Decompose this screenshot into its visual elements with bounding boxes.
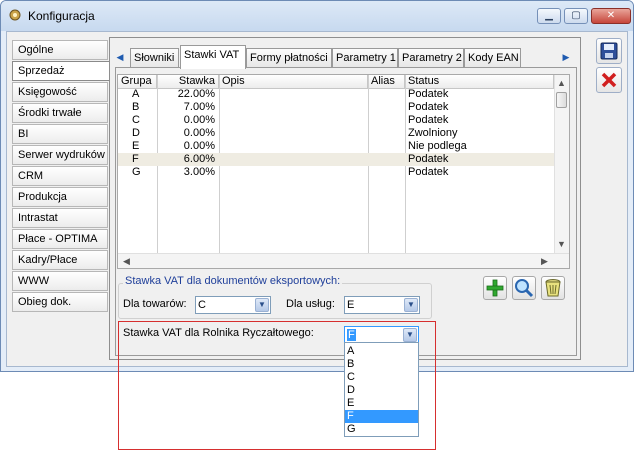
table-row[interactable]: F 6.00% Podatek — [118, 153, 554, 166]
cell-grupa: F — [132, 153, 139, 165]
cell-opis — [222, 166, 367, 179]
nav-item[interactable]: CRM — [12, 166, 108, 186]
cell-alias — [370, 101, 404, 114]
nav-item[interactable]: Środki trwałe — [12, 103, 108, 123]
nav-item[interactable]: Księgowość — [12, 82, 108, 102]
column-header-status[interactable]: Status — [405, 75, 554, 89]
tab[interactable]: Parametry 2 — [398, 48, 464, 68]
column-header-grupa[interactable]: Grupa — [118, 75, 157, 89]
tab[interactable]: Parametry 1 — [332, 48, 398, 68]
close-button[interactable]: ✕ — [591, 8, 631, 24]
trash-bin-icon — [545, 279, 561, 297]
cell-alias — [370, 114, 404, 127]
table-row[interactable]: B 7.00% Podatek — [118, 101, 554, 114]
cell-stawka: 3.00% — [183, 166, 215, 178]
cell-alias — [370, 140, 404, 153]
cancel-button[interactable] — [596, 67, 622, 93]
export-group-legend: Stawka VAT dla dokumentów eksportowych: — [123, 275, 343, 287]
cell-status: Podatek — [408, 101, 449, 113]
towary-combo-value: C — [198, 299, 206, 311]
nav-item[interactable]: Kadry/Płace — [12, 250, 108, 270]
cell-opis — [222, 101, 367, 114]
cell-opis — [222, 127, 367, 140]
cell-status: Nie podlega — [408, 140, 467, 152]
chevron-down-icon[interactable]: ▼ — [404, 298, 418, 312]
annotation-highlight-box — [118, 321, 436, 450]
nav-item[interactable]: Ogólne — [12, 40, 108, 60]
uslugi-combo-value: E — [347, 299, 355, 311]
scroll-right-icon[interactable]: ▶ — [537, 254, 552, 269]
app-gear-icon — [8, 8, 22, 22]
magnifier-icon — [515, 279, 534, 298]
cell-opis — [222, 153, 367, 166]
chevron-down-icon[interactable]: ▼ — [255, 298, 269, 312]
green-plus-icon — [486, 279, 504, 297]
cell-alias — [370, 153, 404, 166]
window-title: Konfiguracja — [28, 9, 95, 23]
tab-scroll-left-icon[interactable]: ◀ — [114, 50, 126, 64]
scroll-down-icon[interactable]: ▼ — [554, 237, 569, 252]
cell-grupa: A — [132, 88, 140, 100]
cell-status: Podatek — [408, 114, 449, 126]
cell-stawka: 22.00% — [177, 88, 215, 100]
tab[interactable]: Stawki VAT — [180, 45, 246, 69]
nav-item[interactable]: Serwer wydruków — [12, 145, 108, 165]
cell-alias — [370, 127, 404, 140]
cell-grupa: D — [132, 127, 140, 139]
cell-opis — [222, 140, 367, 153]
search-button[interactable] — [512, 276, 536, 300]
nav-item[interactable]: Płace - OPTIMA — [12, 229, 108, 249]
cell-stawka: 0.00% — [183, 114, 215, 126]
delete-button[interactable] — [541, 276, 565, 300]
tab[interactable]: Formy płatności — [246, 48, 332, 68]
cell-alias — [370, 166, 404, 179]
maximize-button[interactable]: ▢ — [564, 8, 588, 24]
cell-opis — [222, 88, 367, 101]
add-button[interactable] — [483, 276, 507, 300]
cell-grupa: C — [132, 114, 140, 126]
towary-label: Dla towarów: — [123, 298, 187, 310]
towary-combo[interactable]: C ▼ — [195, 296, 271, 314]
scroll-up-icon[interactable]: ▲ — [554, 76, 569, 91]
tab[interactable]: Kody EAN — [464, 48, 521, 68]
nav-item[interactable]: Sprzedaż — [12, 61, 111, 81]
floppy-disk-icon — [600, 42, 618, 60]
cell-stawka: 7.00% — [183, 101, 215, 113]
table-row[interactable]: C 0.00% Podatek — [118, 114, 554, 127]
table-row[interactable]: D 0.00% Zwolniony — [118, 127, 554, 140]
minimize-button[interactable]: ▁ — [537, 8, 561, 24]
nav-item[interactable]: WWW — [12, 271, 108, 291]
nav-item[interactable]: Obieg dok. — [12, 292, 108, 312]
cell-status: Podatek — [408, 153, 449, 165]
save-button[interactable] — [596, 38, 622, 64]
nav-item[interactable]: Produkcja — [12, 187, 108, 207]
column-header-alias[interactable]: Alias — [368, 75, 405, 89]
table-row[interactable]: A 22.00% Podatek — [118, 88, 554, 101]
tab-scroll-right-icon[interactable]: ▶ — [560, 50, 572, 64]
cell-grupa: E — [132, 140, 140, 152]
grid-horizontal-scrollbar[interactable] — [118, 253, 569, 268]
cell-status: Podatek — [408, 166, 449, 178]
scroll-thumb[interactable] — [556, 92, 567, 108]
cell-stawka: 0.00% — [183, 140, 215, 152]
table-row[interactable]: E 0.00% Nie podlega — [118, 140, 554, 153]
cell-stawka: 0.00% — [183, 127, 215, 139]
table-row[interactable]: G 3.00% Podatek — [118, 166, 554, 179]
cell-grupa: B — [132, 101, 140, 113]
uslugi-label: Dla usług: — [286, 298, 335, 310]
nav-item[interactable]: Intrastat — [12, 208, 108, 228]
cell-status: Podatek — [408, 88, 449, 100]
column-header-stawka[interactable]: Stawka — [157, 75, 219, 89]
cell-status: Zwolniony — [408, 127, 458, 139]
cell-stawka: 6.00% — [183, 153, 215, 165]
cell-opis — [222, 114, 367, 127]
nav-item[interactable]: BI — [12, 124, 108, 144]
scroll-left-icon[interactable]: ◀ — [119, 254, 134, 269]
column-header-opis[interactable]: Opis — [219, 75, 368, 89]
uslugi-combo[interactable]: E ▼ — [344, 296, 420, 314]
red-x-icon — [601, 72, 617, 88]
tab[interactable]: Słowniki — [130, 48, 179, 68]
cell-grupa: G — [132, 166, 141, 178]
cell-alias — [370, 88, 404, 101]
